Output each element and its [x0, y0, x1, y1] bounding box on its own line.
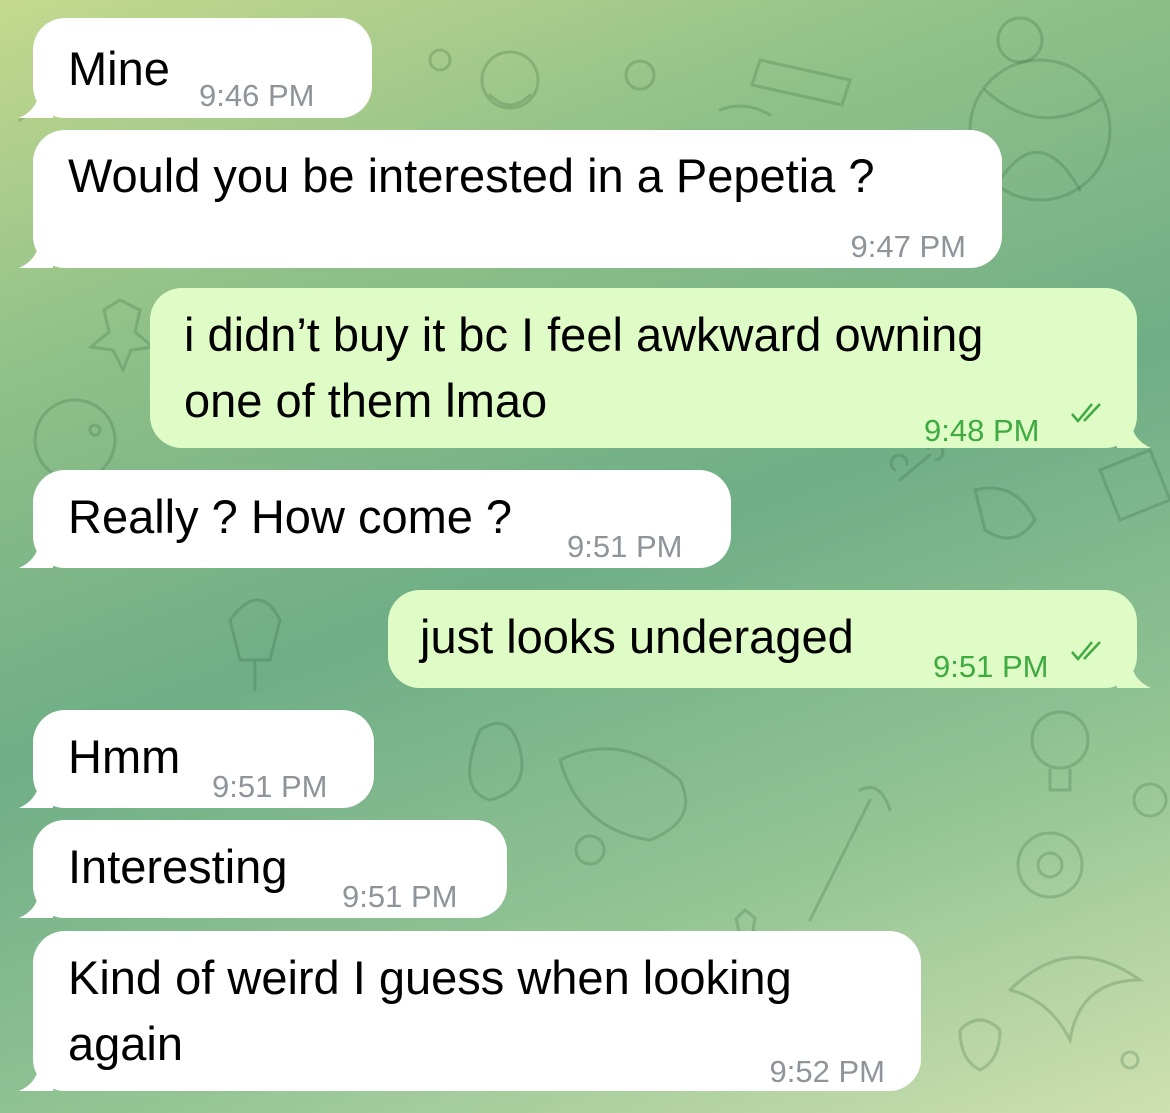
bubble-tail: [1117, 662, 1151, 688]
message-text: Mine: [68, 42, 170, 95]
bubble-tail: [19, 892, 53, 918]
message-bubble-incoming[interactable]: Hmm 9:51 PM: [19, 710, 374, 808]
message-text: Interesting: [68, 840, 288, 893]
message-bubble-incoming[interactable]: Kind of weird I guess when looking again…: [19, 931, 921, 1091]
message-bubble-outgoing[interactable]: just looks underaged 9:51 PM: [388, 590, 1151, 688]
bubble-tail: [19, 92, 53, 118]
message-text-line: i didn’t buy it bc I feel awkward owning: [184, 308, 984, 361]
message-time: 9:46 PM: [199, 78, 315, 113]
message-text-line: one of them lmao: [184, 374, 548, 427]
message-bubble-outgoing[interactable]: i didn’t buy it bc I feel awkward owning…: [150, 288, 1151, 448]
message-time: 9:51 PM: [933, 649, 1049, 684]
message-bubble-incoming[interactable]: Mine 9:46 PM: [19, 18, 372, 118]
message-time: 9:51 PM: [342, 879, 458, 914]
bubble-tail: [19, 782, 53, 808]
message-time: 9:47 PM: [850, 229, 966, 264]
message-bubble-incoming[interactable]: Interesting 9:51 PM: [19, 820, 507, 918]
message-bubble-incoming[interactable]: Would you be interested in a Pepetia ? 9…: [19, 130, 1002, 268]
message-text-line: Kind of weird I guess when looking: [68, 951, 792, 1004]
message-bubble-incoming[interactable]: Really ? How come ? 9:51 PM: [19, 470, 731, 568]
message-text-line: again: [68, 1017, 183, 1070]
message-time: 9:51 PM: [567, 529, 683, 564]
message-text: Would you be interested in a Pepetia ?: [68, 149, 875, 202]
message-text: Really ? How come ?: [68, 490, 513, 543]
message-time: 9:51 PM: [212, 769, 328, 804]
message-text: Hmm: [68, 730, 181, 783]
message-time: 9:48 PM: [924, 413, 1040, 448]
double-check-icon: [1071, 641, 1101, 661]
bubble-tail: [19, 1065, 53, 1091]
message-time: 9:52 PM: [769, 1054, 885, 1089]
message-text: just looks underaged: [420, 610, 854, 663]
double-check-icon: [1071, 403, 1101, 423]
bubble-tail: [19, 242, 53, 268]
bubble-tail: [1117, 422, 1151, 448]
bubble-tail: [19, 542, 53, 568]
